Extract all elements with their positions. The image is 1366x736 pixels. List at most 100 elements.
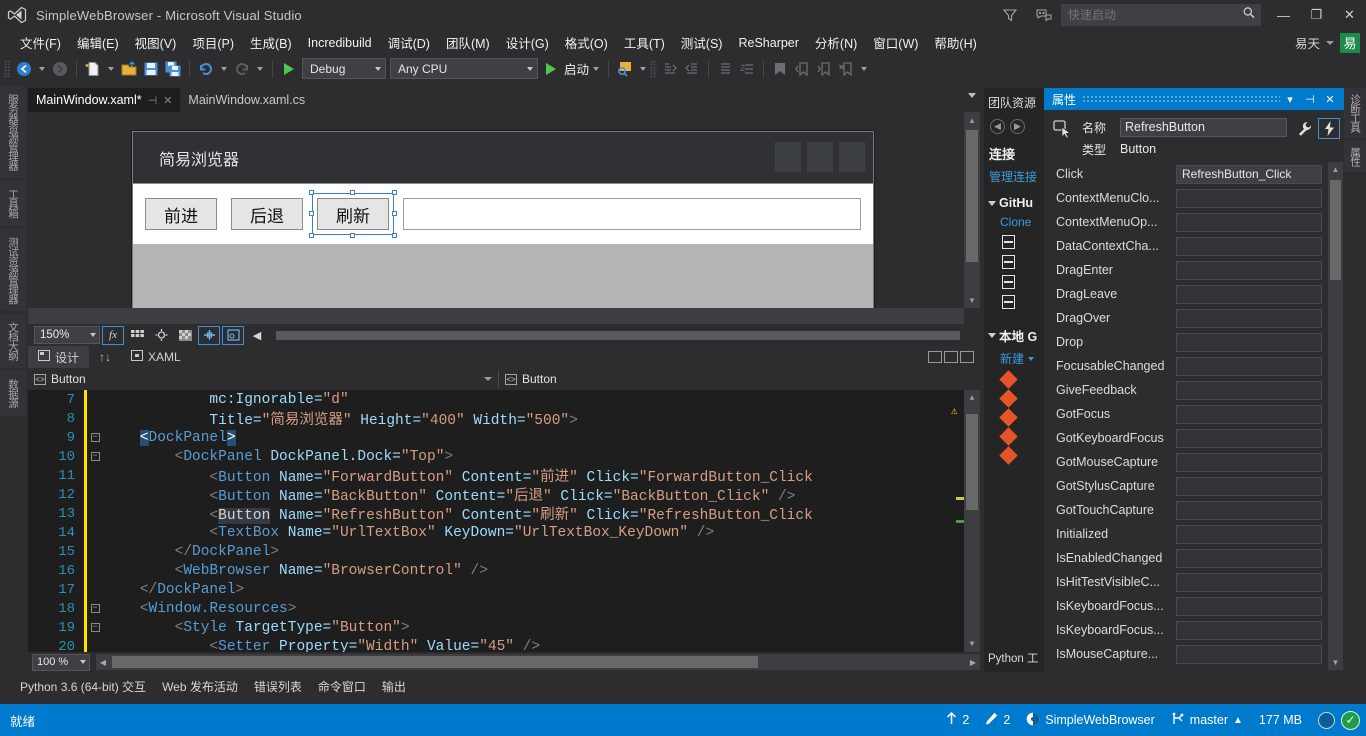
lightning-icon[interactable] — [1318, 118, 1340, 139]
event-handler-field[interactable] — [1176, 189, 1322, 208]
sidebar-item-test-explorer[interactable]: 测试资源管理器 — [0, 229, 26, 312]
event-handler-field[interactable] — [1176, 237, 1322, 256]
event-row[interactable]: DragEnter — [1044, 258, 1344, 282]
warning-marker-icon[interactable]: ⚠ — [951, 404, 963, 415]
prev-bookmark-icon[interactable] — [791, 58, 813, 80]
next-bookmark-icon[interactable] — [813, 58, 835, 80]
find-icon[interactable] — [614, 58, 636, 80]
scroll-up-icon[interactable]: ▲ — [1328, 162, 1343, 177]
menu-item-resharper[interactable]: ReSharper — [730, 33, 806, 53]
start-dropdown-icon[interactable] — [593, 67, 599, 71]
sidebar-item-server-explorer[interactable]: 服务器资源管理器 — [0, 86, 26, 178]
preview-minimize-button[interactable] — [775, 142, 801, 172]
fold-toggle-icon[interactable]: − — [87, 451, 103, 462]
pin-icon[interactable]: ⊣ — [1300, 93, 1320, 106]
resize-handle-se[interactable] — [392, 233, 397, 238]
feedback-smiley-icon[interactable] — [1027, 0, 1061, 30]
event-handler-list[interactable]: ClickRefreshButton_ClickContextMenuClo..… — [1044, 162, 1344, 672]
event-handler-field[interactable] — [1176, 429, 1322, 448]
event-handler-field[interactable] — [1176, 213, 1322, 232]
scroll-down-icon[interactable]: ▼ — [1328, 655, 1343, 670]
navbar-left-value-group[interactable]: <> Button — [28, 369, 484, 389]
code-line[interactable]: 20 <Setter Property="Width" Value="45" /… — [28, 637, 950, 652]
code-line[interactable]: 18− <Window.Resources> — [28, 599, 950, 618]
code-line[interactable]: 10− <DockPanel DockPanel.Dock="Top"> — [28, 447, 950, 466]
navbar-left-combo[interactable]: <> Button — [28, 369, 498, 389]
platform-combo[interactable]: Any CPU — [390, 58, 538, 79]
designer-zoom-track[interactable] — [276, 331, 960, 340]
status-branch[interactable]: master ▲ — [1171, 712, 1243, 729]
event-handler-field[interactable] — [1176, 621, 1322, 640]
event-handler-field[interactable] — [1176, 285, 1322, 304]
menu-item-view[interactable]: 视图(V) — [127, 30, 185, 55]
tab-error-list[interactable]: 错误列表 — [248, 675, 308, 698]
save-all-icon[interactable] — [162, 58, 184, 80]
scroll-up-icon[interactable]: ▲ — [964, 112, 980, 128]
designer-horizontal-scrollbar[interactable] — [28, 308, 964, 324]
manage-connections-link[interactable]: 管理连接 — [984, 165, 1044, 188]
panel-drag-grip[interactable] — [1082, 95, 1280, 104]
code-line[interactable]: 15 </DockPanel> — [28, 542, 950, 561]
event-handler-field[interactable] — [1176, 405, 1322, 424]
event-row[interactable]: FocusableChanged — [1044, 354, 1344, 378]
close-icon[interactable]: ✕ — [163, 94, 172, 107]
expander-triangle-icon[interactable] — [988, 201, 996, 206]
menu-item-edit[interactable]: 编辑(E) — [69, 30, 127, 55]
event-handler-field[interactable] — [1176, 333, 1322, 352]
event-handler-field[interactable] — [1176, 549, 1322, 568]
redo-dropdown-icon[interactable] — [257, 67, 263, 71]
designer-zoom-combo[interactable]: 150% — [34, 326, 100, 344]
tab-mainwindow-xaml-cs[interactable]: MainWindow.xaml.cs — [180, 88, 313, 112]
list-item[interactable] — [984, 427, 1044, 446]
editor-zoom-combo[interactable]: 100 % — [32, 654, 90, 671]
event-row[interactable]: GotTouchCapture — [1044, 498, 1344, 522]
new-project-icon[interactable] — [82, 58, 104, 80]
quick-launch-input[interactable] — [1068, 8, 1242, 22]
tab-output[interactable]: 输出 — [376, 675, 412, 698]
menu-item-project[interactable]: 项目(P) — [184, 30, 242, 55]
chevron-down-icon[interactable] — [1028, 357, 1034, 361]
bookmark-icon[interactable] — [769, 58, 791, 80]
list-item[interactable] — [984, 408, 1044, 427]
menu-item-design[interactable]: 设计(G) — [498, 30, 557, 55]
resize-handle-n[interactable] — [350, 190, 355, 195]
sidebar-item-properties[interactable]: 属性 — [1344, 141, 1366, 172]
event-row[interactable]: GotFocus — [1044, 402, 1344, 426]
designer-vertical-scrollbar[interactable]: ▲ ▼ — [964, 112, 980, 308]
event-row[interactable]: IsKeyboardFocus... — [1044, 618, 1344, 642]
element-name-input[interactable] — [1120, 118, 1287, 137]
event-handler-field[interactable] — [1176, 357, 1322, 376]
funnel-icon[interactable] — [993, 0, 1027, 30]
outdent-icon[interactable] — [681, 58, 703, 80]
fold-toggle-icon[interactable]: − — [87, 603, 103, 614]
redo-icon[interactable] — [231, 58, 253, 80]
close-icon[interactable]: ✕ — [1320, 93, 1340, 106]
event-handler-field[interactable] — [1176, 501, 1322, 520]
editor-vertical-scrollbar[interactable]: ▲ ▼ — [964, 390, 980, 652]
code-line[interactable]: 9− <DockPanel> — [28, 428, 950, 447]
code-line[interactable]: 11 <Button Name="ForwardButton" Content=… — [28, 466, 950, 485]
code-line[interactable]: 12 <Button Name="BackButton" Content="后退… — [28, 485, 950, 504]
snap-icon[interactable] — [150, 326, 172, 345]
resize-handle-nw[interactable] — [309, 190, 314, 195]
list-item[interactable] — [984, 232, 1044, 252]
quick-launch-box[interactable] — [1061, 4, 1261, 26]
split-collapse-icon[interactable] — [960, 351, 974, 363]
resize-handle-sw[interactable] — [309, 233, 314, 238]
navigate-back-icon[interactable] — [13, 58, 35, 80]
menu-item-format[interactable]: 格式(O) — [557, 30, 616, 55]
github-section-header[interactable]: GitHu — [984, 188, 1044, 212]
uncomment-icon[interactable]: 2 — [736, 58, 758, 80]
start-button-icon[interactable] — [540, 58, 562, 80]
search-icon[interactable] — [1242, 6, 1256, 25]
editor-horizontal-scrollbar[interactable]: ◀ ▶ — [96, 654, 980, 670]
code-line[interactable]: 13 <Button Name="RefreshButton" Content=… — [28, 504, 950, 523]
scroll-down-icon[interactable]: ▼ — [964, 636, 980, 652]
split-vertical-icon[interactable] — [944, 351, 958, 363]
new-project-dropdown-icon[interactable] — [108, 67, 114, 71]
menu-item-team[interactable]: 团队(M) — [438, 30, 498, 55]
menu-item-incredibuild[interactable]: Incredibuild — [300, 33, 380, 53]
code-line[interactable]: 16 <WebBrowser Name="BrowserControl" /> — [28, 561, 950, 580]
resize-handle-s[interactable] — [350, 233, 355, 238]
menu-item-file[interactable]: 文件(F) — [12, 30, 69, 55]
